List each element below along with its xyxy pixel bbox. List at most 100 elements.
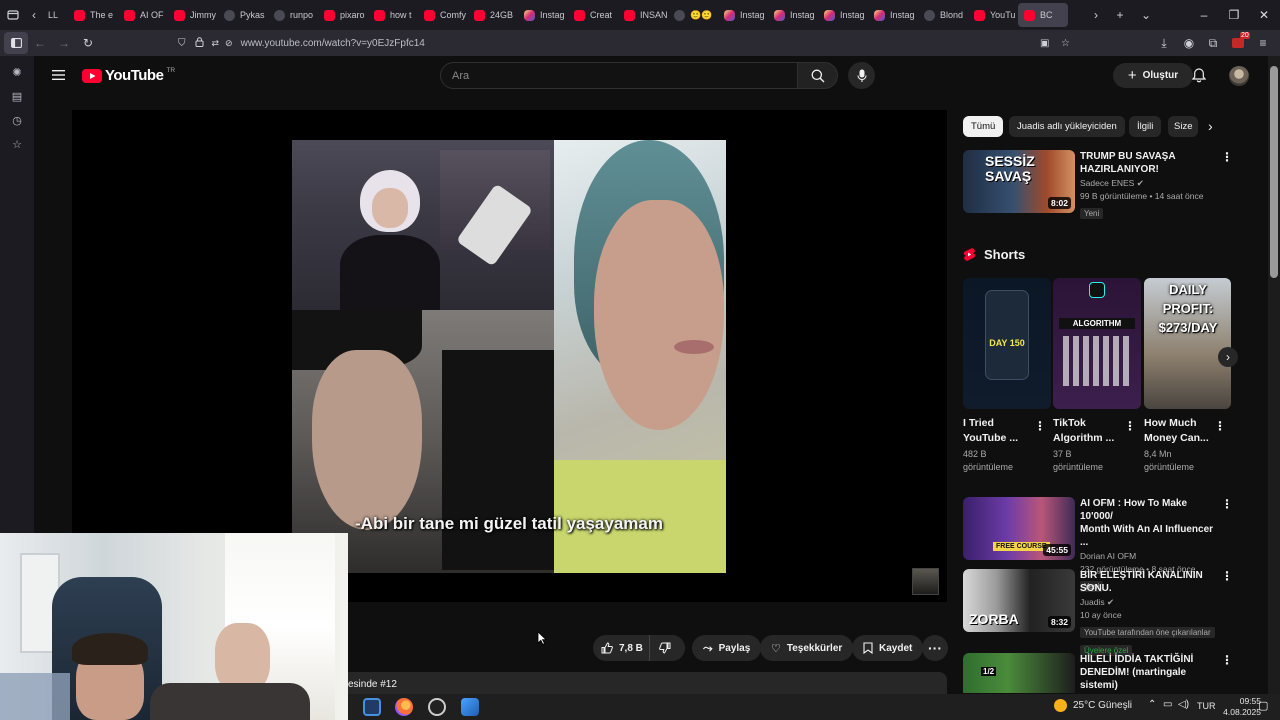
thanks-button[interactable]: ♡ Teşekkürler: [760, 635, 854, 661]
tab[interactable]: Instag: [868, 3, 918, 27]
tab-scroll-right-icon[interactable]: ›: [1086, 4, 1106, 26]
video-thumbnail[interactable]: FREE COURSE 45:55: [963, 497, 1075, 560]
tab[interactable]: INSAN: [618, 3, 668, 27]
channel-name[interactable]: Juadis ✔: [1080, 596, 1220, 609]
channel-watermark[interactable]: [912, 568, 939, 595]
app-icon[interactable]: [363, 698, 381, 716]
extension-badge-icon[interactable]: 20: [1226, 32, 1250, 54]
reload-icon[interactable]: ↻: [76, 32, 100, 54]
ai-chatbot-icon[interactable]: ✺: [0, 60, 34, 84]
video-title[interactable]: BİR ELEŞTİRİ KANALININ SONU.: [1080, 569, 1220, 595]
video-thumbnail[interactable]: SESSİZ SAVAŞ 8:02: [963, 150, 1075, 213]
video-info[interactable]: BİR ELEŞTİRİ KANALININ SONU. Juadis ✔ 10 …: [1080, 569, 1220, 658]
video-info[interactable]: TRUMP BU SAVAŞA HAZIRLANIYOR! Sadece ENES…: [1080, 150, 1220, 221]
more-vertical-icon[interactable]: ⋮: [1221, 569, 1233, 583]
more-vertical-icon[interactable]: ⋮: [1221, 497, 1233, 511]
chip-related[interactable]: İlgili: [1129, 116, 1162, 137]
more-vertical-icon[interactable]: ⋮: [1214, 419, 1226, 433]
minimize-icon[interactable]: –: [1188, 0, 1220, 30]
more-actions-button[interactable]: ···: [922, 635, 948, 661]
short-title[interactable]: I Tried YouTube ...: [963, 416, 1033, 446]
tab[interactable]: 24GB: [468, 3, 518, 27]
short-thumbnail[interactable]: DAY 150: [963, 278, 1051, 409]
dislike-button[interactable]: [649, 635, 685, 661]
youtube-logo[interactable]: YouTube TR: [82, 67, 175, 84]
permissions-icon[interactable]: ⇄: [212, 38, 220, 49]
search-input[interactable]: Ara: [440, 62, 798, 89]
short-title[interactable]: How Much Money Can...: [1144, 416, 1214, 446]
more-vertical-icon[interactable]: ⋮: [1034, 419, 1046, 433]
share-button[interactable]: ⤳ Paylaş: [692, 635, 762, 661]
tab[interactable]: The e: [68, 3, 118, 27]
channel-name[interactable]: Dorian AI OFM: [1080, 550, 1220, 563]
history-icon[interactable]: ◷: [0, 108, 34, 132]
reader-view-icon[interactable]: ▣: [1040, 38, 1049, 49]
chip-all[interactable]: Tümü: [963, 116, 1004, 137]
channel-name[interactable]: Sadece ENES ✔: [1080, 177, 1220, 190]
close-window-icon[interactable]: ✕: [1248, 0, 1280, 30]
video-thumbnail[interactable]: ZORBA 8:32: [963, 569, 1075, 632]
url-text[interactable]: www.youtube.com/watch?v=y0EJzFpfc14: [241, 38, 425, 49]
tab[interactable]: how t: [368, 3, 418, 27]
short-thumbnail[interactable]: ALGORITHM: [1053, 278, 1141, 409]
app-icon-blue[interactable]: [461, 698, 479, 716]
tab[interactable]: 🙂🙂: [668, 3, 718, 27]
system-tray-chevron-icon[interactable]: ⌃: [1148, 699, 1156, 710]
lock-icon[interactable]: [195, 36, 204, 50]
tab[interactable]: Jimmy: [168, 3, 218, 27]
tab[interactable]: YouTu: [968, 3, 1018, 27]
new-tab-icon[interactable]: +: [1110, 4, 1130, 26]
tab-scroll-left-icon[interactable]: ‹: [26, 4, 42, 26]
synced-tabs-icon[interactable]: ▤: [0, 84, 34, 108]
video-thumbnail[interactable]: 1/2: [963, 653, 1075, 693]
tab[interactable]: LL: [42, 3, 68, 27]
more-vertical-icon[interactable]: ⋮: [1124, 419, 1136, 433]
extensions-icon[interactable]: ⧉: [1201, 32, 1225, 54]
video-title[interactable]: TRUMP BU SAVAŞA HAZIRLANIYOR!: [1080, 150, 1220, 176]
scrollbar-thumb[interactable]: [1270, 66, 1278, 278]
tab[interactable]: Pykas: [218, 3, 268, 27]
like-button[interactable]: 7,8 B: [593, 635, 649, 661]
avatar[interactable]: [1229, 66, 1249, 86]
tracking-shield-icon[interactable]: ⛉: [178, 38, 186, 49]
back-icon[interactable]: ←: [28, 32, 52, 54]
voice-search-button[interactable]: [848, 62, 875, 89]
tab-active[interactable]: BC: [1018, 3, 1068, 27]
restore-icon[interactable]: ❐: [1218, 0, 1250, 30]
forward-icon[interactable]: →: [52, 32, 76, 54]
bookmarks-icon[interactable]: ☆: [0, 132, 34, 156]
account-icon[interactable]: ◉: [1177, 32, 1201, 54]
short-thumbnail[interactable]: DAILY PROFIT: $273/DAY: [1144, 278, 1231, 409]
chips-next-icon[interactable]: ›: [1208, 118, 1213, 134]
downloads-icon[interactable]: ⤓: [1152, 32, 1176, 54]
create-button[interactable]: + Oluştur: [1113, 63, 1193, 88]
save-button[interactable]: Kaydet: [852, 635, 924, 661]
firefox-icon[interactable]: [395, 698, 413, 716]
tab[interactable]: Instag: [768, 3, 818, 27]
sidebar-toggle-icon[interactable]: [4, 32, 28, 54]
search-button[interactable]: [797, 62, 838, 89]
volume-icon[interactable]: ◁): [1178, 699, 1189, 710]
tab[interactable]: AI OF: [118, 3, 168, 27]
more-vertical-icon[interactable]: ⋮: [1221, 653, 1233, 667]
tab[interactable]: Instag: [518, 3, 568, 27]
tab-list-dropdown-icon[interactable]: ⌄: [1136, 4, 1156, 26]
tab[interactable]: Instag: [718, 3, 768, 27]
more-vertical-icon[interactable]: ⋮: [1221, 150, 1233, 164]
network-icon[interactable]: ▭: [1163, 699, 1172, 710]
tab[interactable]: pixaro: [318, 3, 368, 27]
guide-menu-icon[interactable]: [52, 68, 66, 80]
video-title[interactable]: HİLELİ İDDİA TAKTİĞİNİ DENEDİM! (martinga…: [1080, 653, 1220, 692]
address-bar[interactable]: ⛉ ⇄ ⊘ www.youtube.com/watch?v=y0EJzFpfc1…: [178, 33, 1078, 53]
shorts-next-icon[interactable]: ›: [1218, 347, 1238, 367]
page-scrollbar[interactable]: [1268, 56, 1280, 694]
tab[interactable]: Blond: [918, 3, 968, 27]
tab[interactable]: runpo: [268, 3, 318, 27]
tab[interactable]: Instag: [818, 3, 868, 27]
language-indicator[interactable]: TUR: [1197, 701, 1216, 711]
video-title[interactable]: AI OFM : How To Make 10'000/Month With A…: [1080, 497, 1220, 549]
chip-from-uploader[interactable]: Juadis adlı yükleyiciden: [1009, 116, 1125, 137]
clock[interactable]: 09:55 4.08.2025: [1223, 696, 1261, 718]
chip-for-you[interactable]: Size: [1168, 116, 1198, 137]
short-title[interactable]: TikTok Algorithm ...: [1053, 416, 1123, 446]
